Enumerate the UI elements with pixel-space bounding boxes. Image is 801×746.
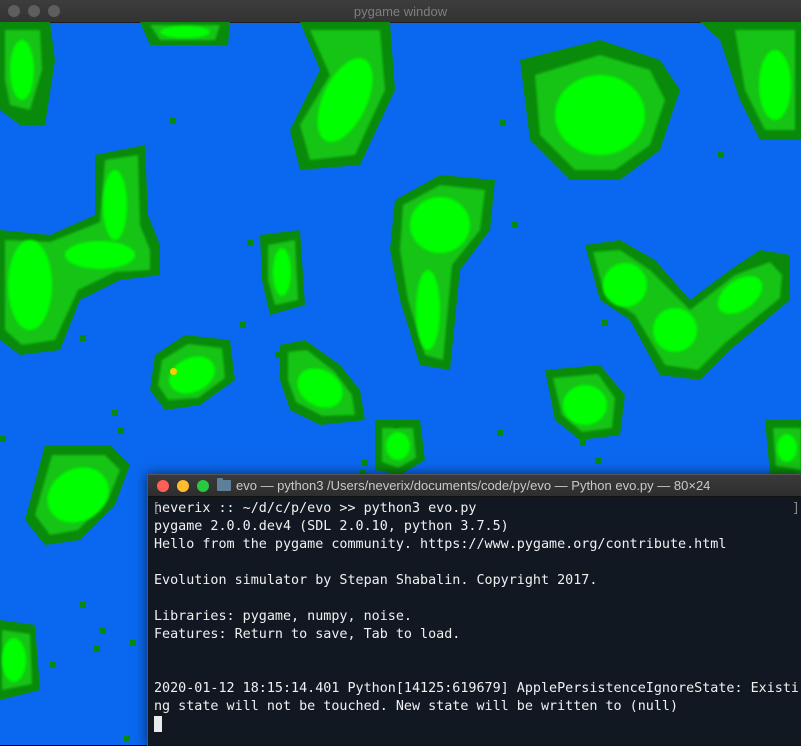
terminal-line: Hello from the pygame community. https:/… [154, 537, 727, 552]
terminal-prompt-line[interactable] [154, 716, 794, 734]
close-button[interactable] [157, 480, 169, 492]
terminal-line: Features: Return to save, Tab to load. [154, 627, 461, 642]
pygame-titlebar[interactable]: pygame window [0, 0, 801, 23]
creature-dot [170, 368, 177, 375]
prompt-bracket-left: [ [152, 501, 161, 516]
terminal-line: neverix :: ~/d/c/p/evo >> python3 evo.py [154, 501, 477, 516]
terminal-window[interactable]: evo — python3 /Users/neverix/documents/c… [147, 474, 801, 746]
terminal-window-controls [157, 480, 209, 492]
minimize-button[interactable] [177, 480, 189, 492]
prompt-bracket-right: ] [791, 501, 800, 516]
terminal-output[interactable]: [ ] neverix :: ~/d/c/p/evo >> python3 ev… [152, 500, 800, 742]
pygame-window-title: pygame window [353, 4, 448, 19]
terminal-line: ng state will not be touched. New state … [154, 699, 679, 714]
terminal-line: Libraries: pygame, numpy, noise. [154, 609, 412, 624]
terminal-titlebar[interactable]: evo — python3 /Users/neverix/documents/c… [148, 475, 801, 497]
folder-icon [217, 478, 231, 491]
terminal-line: Evolution simulator by Stepan Shabalin. … [154, 573, 598, 588]
text-cursor [154, 716, 162, 732]
terminal-line: pygame 2.0.0.dev4 (SDL 2.0.10, python 3.… [154, 519, 509, 534]
terminal-title: evo — python3 /Users/neverix/documents/c… [236, 478, 711, 493]
zoom-button[interactable] [197, 480, 209, 492]
terminal-line: 2020-01-12 18:15:14.401 Python[14125:619… [154, 681, 799, 696]
